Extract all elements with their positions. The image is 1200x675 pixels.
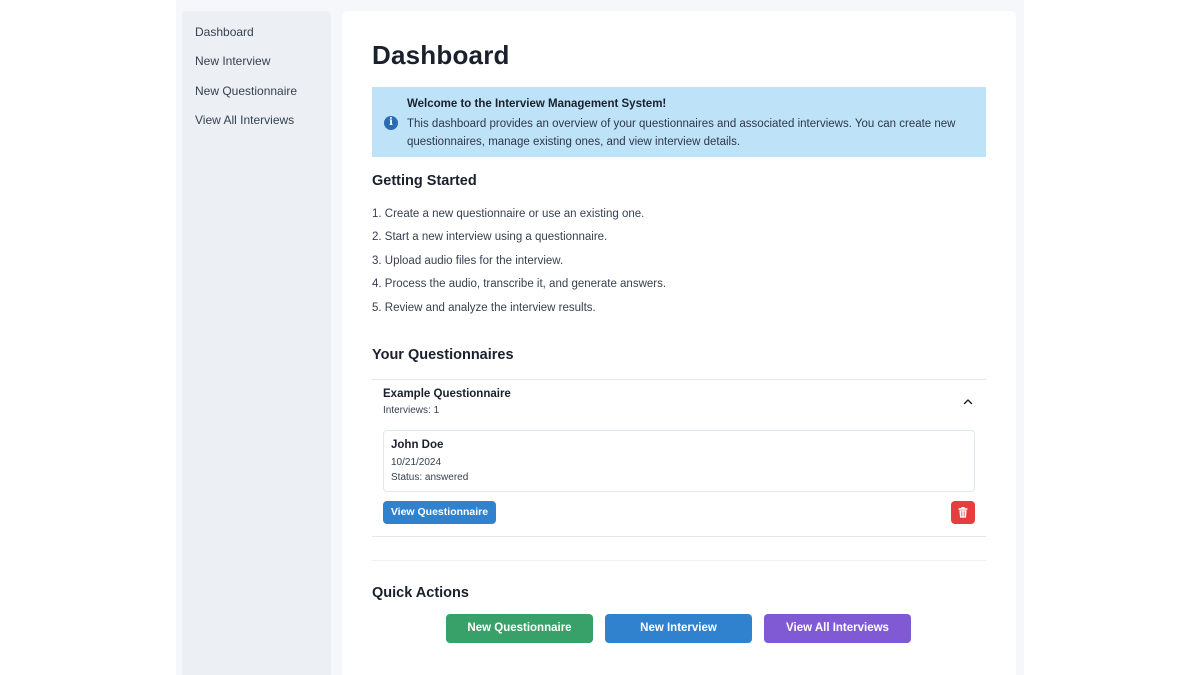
interview-count: Interviews: 1 — [383, 405, 440, 416]
getting-started-heading: Getting Started — [372, 173, 477, 189]
alert-text: This dashboard provides an overview of y… — [407, 118, 956, 148]
sidebar-item-new-interview[interactable]: New Interview — [195, 54, 270, 68]
step-item: 3. Upload audio files for the interview. — [372, 255, 564, 267]
quick-actions-heading: Quick Actions — [372, 585, 469, 601]
main-content: Dashboard i Welcome to the Interview Man… — [342, 11, 1016, 675]
delete-questionnaire-button[interactable] — [951, 501, 975, 524]
interview-date: 10/21/2024 — [391, 457, 442, 468]
step-item: 5. Review and analyze the interview resu… — [372, 302, 596, 314]
view-all-interviews-button[interactable]: View All Interviews — [764, 614, 911, 643]
alert-title: Welcome to the Interview Management Syst… — [407, 98, 667, 110]
sidebar-item-new-questionnaire[interactable]: New Questionnaire — [195, 84, 297, 98]
step-item: 2. Start a new interview using a questio… — [372, 231, 608, 243]
step-item: 1. Create a new questionnaire or use an … — [372, 208, 645, 220]
view-questionnaire-button[interactable]: View Questionnaire — [383, 501, 496, 524]
sidebar: Dashboard New Interview New Questionnair… — [182, 11, 331, 675]
interview-status: Status: answered — [391, 472, 469, 483]
info-icon: i — [384, 116, 398, 130]
new-interview-button[interactable]: New Interview — [605, 614, 752, 643]
step-item: 4. Process the audio, transcribe it, and… — [372, 278, 667, 290]
accordion-divider — [372, 379, 986, 380]
trash-icon — [958, 507, 968, 518]
interview-card[interactable]: John Doe 10/21/2024 Status: answered — [383, 430, 975, 492]
sidebar-item-dashboard[interactable]: Dashboard — [195, 25, 254, 39]
section-divider — [372, 560, 986, 561]
new-questionnaire-button[interactable]: New Questionnaire — [446, 614, 593, 643]
page-title: Dashboard — [372, 40, 510, 70]
accordion-divider — [372, 536, 986, 537]
questionnaires-heading: Your Questionnaires — [372, 347, 514, 363]
interview-name: John Doe — [391, 439, 444, 451]
chevron-up-icon[interactable] — [961, 395, 975, 409]
welcome-alert: i Welcome to the Interview Management Sy… — [372, 87, 986, 157]
questionnaire-name[interactable]: Example Questionnaire — [383, 388, 511, 400]
sidebar-item-view-all-interviews[interactable]: View All Interviews — [195, 113, 294, 127]
